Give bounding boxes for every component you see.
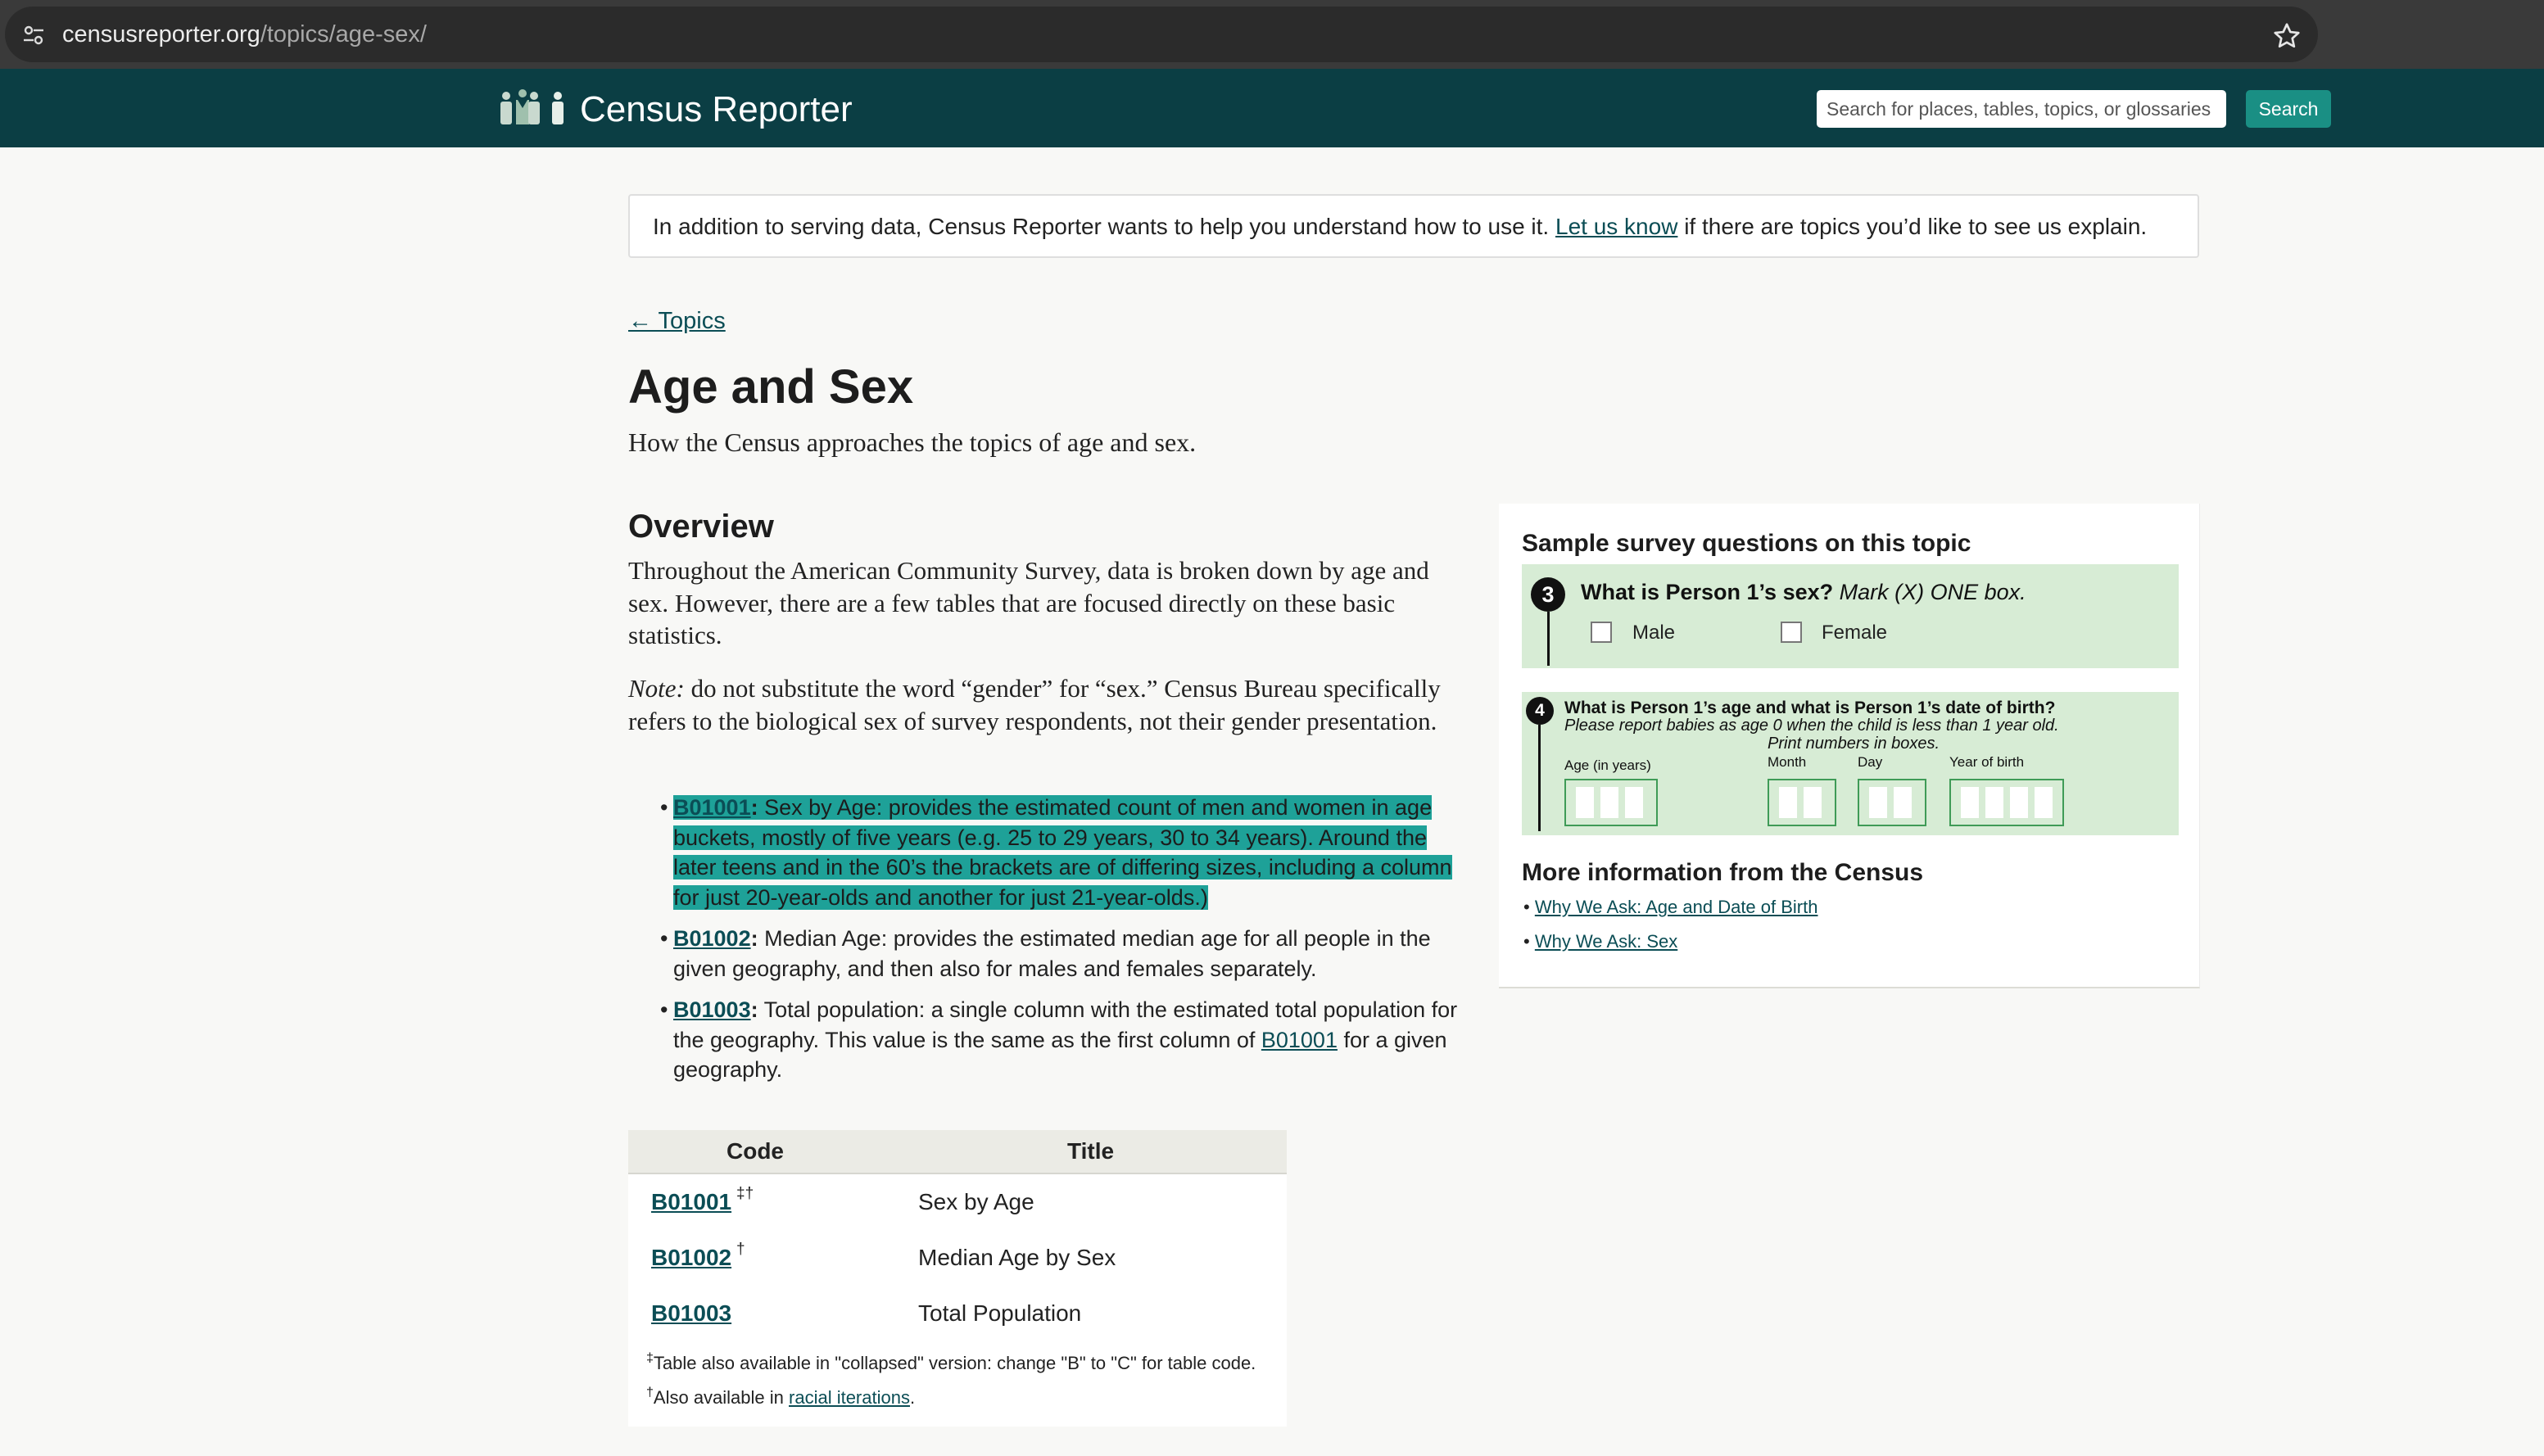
bullet-dot: • [660, 795, 668, 820]
url-text[interactable]: censusreporter.org/topics/age-sex/ [62, 18, 427, 51]
url-host: censusreporter.org [62, 21, 260, 47]
table-code-text: B01003 [651, 1300, 732, 1326]
footnote-marks: ‡† [736, 1185, 754, 1202]
age-field-label: Age (in years) [1564, 757, 1651, 773]
racial-iterations-link[interactable]: racial iterations [789, 1387, 910, 1408]
list-item: • B01001: Sex by Age: provides the estim… [660, 793, 1471, 916]
inline-table-code-link[interactable]: B01001 [1261, 1028, 1338, 1052]
question-label: What is Person 1’s sex? [1581, 580, 1834, 604]
list-item: • B01003: Total population: a single col… [660, 995, 1471, 1087]
back-to-topics-link[interactable]: ← Topics [628, 305, 726, 337]
address-bar[interactable]: censusreporter.org/topics/age-sex/ [5, 7, 2318, 62]
table-code-link[interactable]: B01003 [673, 997, 751, 1022]
footnote-mark: † [646, 1386, 654, 1399]
table-code-text: B01002 [651, 1245, 732, 1270]
note-paragraph: Note: do not substitute the word “gender… [628, 672, 1447, 737]
table-row: B01002 † Median Age by Sex [628, 1230, 1287, 1284]
overview-paragraph: Throughout the American Community Survey… [628, 556, 1429, 649]
bullet-dot: • [660, 997, 668, 1022]
bullet-dot: • [660, 926, 668, 951]
column-header-code: Code [727, 1138, 784, 1164]
table-row: B01001 ‡† Sex by Age [628, 1174, 1287, 1228]
bullet-colon: : [750, 997, 758, 1022]
sample-questions-heading: Sample survey questions on this topic [1522, 530, 1971, 557]
table-row: B01003 Total Population [628, 1286, 1287, 1340]
table-code-link[interactable]: B01001 ‡† [651, 1185, 754, 1216]
survey-question-4: 4 What is Person 1’s age and what is Per… [1522, 692, 2179, 835]
list-item: • B01002: Median Age: provides the estim… [660, 924, 1471, 986]
table-code-text: B01001 [651, 1189, 732, 1214]
question-note: Please report babies as age 0 when the c… [1564, 717, 2059, 735]
table-title-cell: Median Age by Sex [918, 1245, 1116, 1270]
search-button[interactable]: Search [2246, 90, 2331, 128]
question-instruction: Mark (X) ONE box. [1833, 580, 2026, 604]
list-item: • Why We Ask: Sex [1523, 931, 1678, 952]
table-footnote: †Also available in racial iterations. [646, 1386, 915, 1410]
age-digit-boxes [1564, 779, 1658, 826]
male-option-label: Male [1632, 622, 1676, 644]
footnote-marks: † [736, 1241, 745, 1258]
question-rule [1547, 612, 1550, 666]
month-digit-boxes [1768, 779, 1836, 826]
info-banner: In addition to serving data, Census Repo… [628, 194, 2199, 258]
why-we-ask-sex-link[interactable]: Why We Ask: Sex [1535, 931, 1677, 952]
question-text: What is Person 1’s age and what is Perso… [1564, 699, 2056, 717]
tables-table: Code Title B01001 ‡† Sex by Age B01002 † M… [628, 1130, 1287, 1427]
footnote-text: Table also available in "collapsed" vers… [653, 1353, 1256, 1373]
page-title: Age and Sex [628, 360, 914, 414]
banner-text-before: In addition to serving data, Census Repo… [653, 214, 1555, 239]
bullet-text: Median Age: provides the estimated media… [673, 926, 1431, 981]
bullet-colon: : [750, 795, 758, 820]
survey-question-3: 3 What is Person 1’s sex? Mark (X) ONE b… [1522, 564, 2179, 668]
bullet-colon: : [750, 926, 758, 951]
year-field-label: Year of birth [1949, 754, 2025, 770]
table-title-cell: Total Population [918, 1300, 1082, 1326]
question-number-badge: 4 [1526, 697, 1554, 725]
male-checkbox [1591, 622, 1612, 643]
day-digit-boxes [1858, 779, 1926, 826]
list-item: • Why We Ask: Age and Date of Birth [1523, 897, 1818, 917]
day-field-label: Day [1858, 754, 1883, 770]
table-code-link[interactable]: B01003 [651, 1300, 731, 1327]
table-footnote: ‡Table also available in "collapsed" ver… [646, 1351, 1256, 1376]
question-note: Print numbers in boxes. [1768, 735, 1940, 753]
url-path: /topics/age-sex/ [260, 21, 427, 47]
female-checkbox [1781, 622, 1802, 643]
search-input[interactable] [1817, 90, 2226, 128]
question-text: What is Person 1’s sex? Mark (X) ONE box… [1581, 577, 2026, 607]
question-number-badge: 3 [1531, 577, 1565, 612]
table-code-link[interactable]: B01002 [673, 926, 751, 951]
column-header-title: Title [1067, 1138, 1115, 1164]
census-reporter-logo-icon[interactable] [496, 88, 568, 126]
note-label: Note: [628, 674, 685, 703]
table-code-link[interactable]: B01002 † [651, 1241, 745, 1272]
banner-text: In addition to serving data, Census Repo… [653, 210, 2147, 243]
sample-questions-card: Sample survey questions on this topic 3 … [1499, 504, 2200, 988]
site-name[interactable]: Census Reporter [580, 87, 853, 133]
bullet-text: Sex by Age: provides the estimated count… [673, 795, 1452, 910]
month-field-label: Month [1768, 754, 1807, 770]
footnote-text: Also available in [653, 1387, 790, 1408]
note-text: do not substitute the word “gender” for … [628, 674, 1441, 735]
footnote-mark: ‡ [646, 1351, 654, 1365]
more-info-heading: More information from the Census [1522, 859, 1924, 886]
question-rule [1538, 725, 1541, 831]
table-code-link[interactable]: B01001 [673, 795, 751, 820]
page-subtitle: How the Census approaches the topics of … [628, 427, 1197, 457]
female-option-label: Female [1822, 622, 1888, 644]
footnote-text-after: . [909, 1387, 916, 1408]
table-title-cell: Sex by Age [918, 1189, 1034, 1214]
bookmark-star-icon[interactable] [2272, 21, 2302, 51]
site-settings-icon[interactable] [21, 23, 46, 47]
let-us-know-link[interactable]: Let us know [1555, 214, 1677, 239]
overview-heading: Overview [628, 509, 774, 545]
banner-text-after: if there are topics you’d like to see us… [1677, 214, 2148, 239]
year-digit-boxes [1949, 779, 2064, 826]
table-header: Code Title [628, 1130, 1287, 1174]
site-header: Census Reporter Search [0, 69, 2544, 147]
why-we-ask-age-link[interactable]: Why We Ask: Age and Date of Birth [1535, 897, 1818, 917]
browser-toolbar: censusreporter.org/topics/age-sex/ [0, 0, 2544, 69]
